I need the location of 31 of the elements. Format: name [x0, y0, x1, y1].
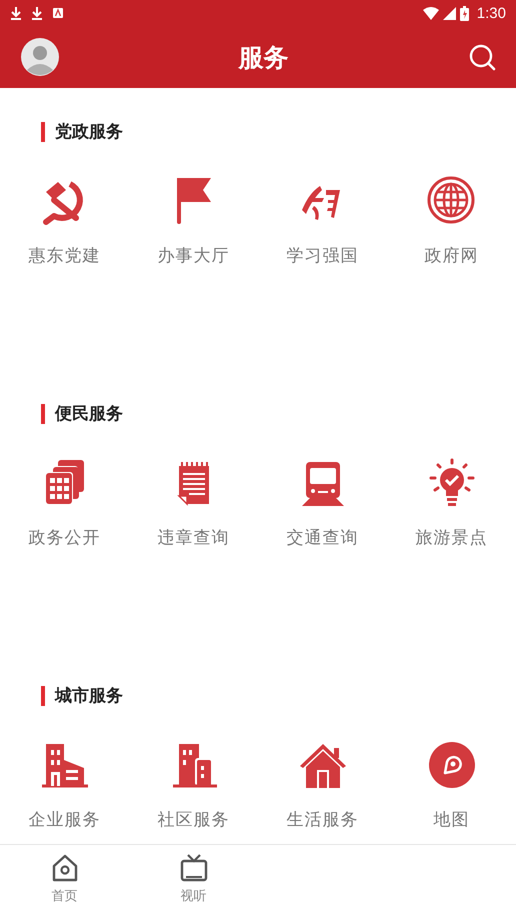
service-label[interactable]: 旅游景点: [416, 528, 488, 548]
service-label[interactable]: 企业服务: [28, 810, 100, 830]
service-label[interactable]: 惠东党建: [28, 246, 100, 266]
map-pin-icon[interactable]: [426, 740, 476, 790]
section-title: 党政服务: [41, 122, 516, 142]
wifi-icon: [422, 6, 439, 20]
tv-icon: [178, 853, 208, 883]
section-title: 城市服务: [41, 686, 516, 706]
nav-tab[interactable]: 首页: [0, 845, 129, 916]
service-label[interactable]: 办事大厅: [158, 246, 230, 266]
download-icon: [31, 6, 43, 20]
search-icon[interactable]: [468, 43, 496, 71]
service-label[interactable]: 学习强国: [286, 246, 358, 266]
battery-icon: [460, 6, 469, 20]
service-label[interactable]: 政府网: [424, 246, 478, 266]
light-bulb-icon[interactable]: [426, 458, 476, 508]
globe-icon[interactable]: [426, 176, 476, 226]
nav-tab[interactable]: 视听: [129, 845, 258, 916]
download-icon: [10, 6, 22, 20]
page-title: 服务: [238, 42, 288, 74]
service-label[interactable]: 地图: [434, 810, 470, 830]
service-label[interactable]: 政务公开: [28, 528, 100, 548]
service-label[interactable]: 生活服务: [286, 810, 358, 830]
avatar-icon[interactable]: [21, 38, 59, 76]
signal-icon: [442, 6, 456, 20]
clock-time: 1:30: [476, 4, 506, 22]
service-label[interactable]: 违章查询: [158, 528, 230, 548]
app-notification-icon: [52, 7, 64, 19]
service-label[interactable]: 社区服务: [158, 810, 230, 830]
section-title: 便民服务: [41, 404, 516, 424]
service-label[interactable]: 交通查询: [286, 528, 358, 548]
